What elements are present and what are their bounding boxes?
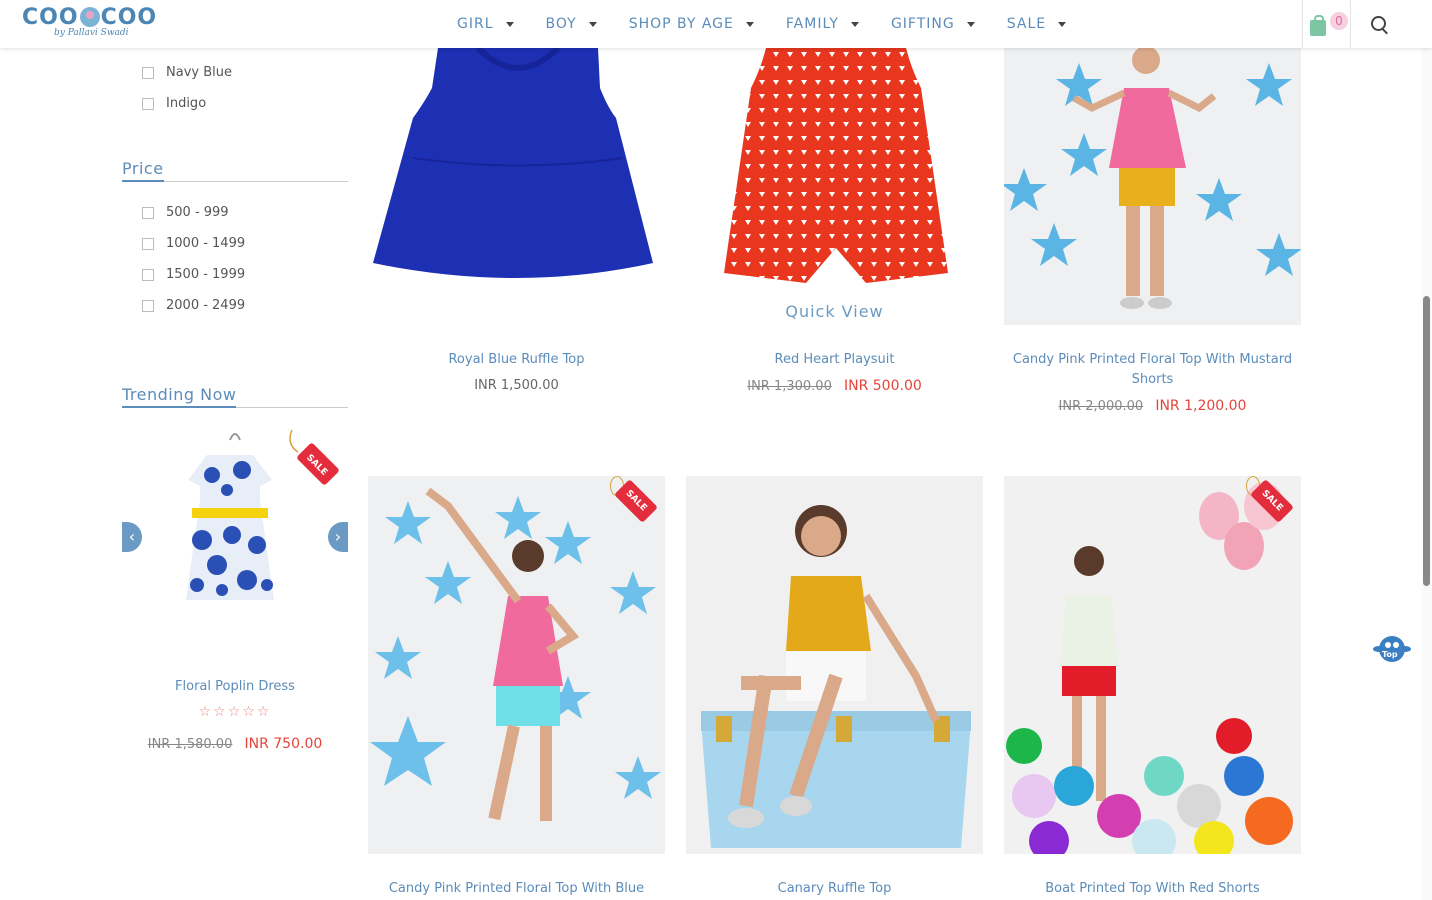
filter-price-1500[interactable]: 1500 - 1999 [142,259,245,290]
filter-price-1000[interactable]: 1000 - 1499 [142,228,245,259]
product-image-red-heart-playsuit[interactable] [686,48,983,325]
checkbox[interactable] [142,299,154,312]
nav-label: FAMILY [785,16,839,32]
checkbox[interactable] [142,66,154,79]
brand-tagline: by Pallavi Swadi [54,28,129,38]
filter-label: 1500 - 1999 [166,267,246,282]
nav-label: BOY [545,16,577,32]
old-price: INR 1,580.00 [147,737,233,752]
price-filter-list: 500 - 999 1000 - 1499 1500 - 1999 2000 -… [142,197,245,321]
filter-label: 500 - 999 [166,205,229,220]
product-name[interactable]: Royal Blue Ruffle Top [368,350,665,370]
product-name[interactable]: Canary Ruffle Top [686,879,983,899]
sale-tag: SALE [610,476,658,523]
caret-down-icon [850,21,859,27]
filter-price-2000[interactable]: 2000 - 2499 [142,290,245,321]
rating-stars: ☆☆☆☆☆ [198,704,272,720]
top-label: Top [1382,650,1398,659]
cart-count-badge: 0 [1330,12,1348,30]
caret-down-icon [588,21,597,27]
caret-down-icon [966,21,975,27]
caret-down-icon [505,21,514,27]
caret-down-icon [745,21,754,27]
nav-label: GIFTING [890,16,955,32]
product-image-canary-ruffle-top[interactable] [686,476,983,854]
cart-button[interactable]: 0 [1302,0,1351,48]
quick-view-button[interactable]: Quick View [686,302,983,321]
nav-label: SALE [1006,16,1047,32]
product-name[interactable]: Candy Pink Printed Floral Top With Musta… [1004,350,1301,390]
brand-logo[interactable]: COO COO by Pallavi Swadi [22,5,156,41]
search-icon[interactable] [1370,15,1390,35]
old-price: INR 2,000.00 [1058,399,1144,414]
filter-label: 2000 - 2499 [166,298,246,313]
nav-family[interactable]: FAMILY [786,16,859,32]
product-image-candy-pink-mustard[interactable] [1004,48,1301,325]
scrollbar-thumb[interactable] [1423,296,1430,586]
nav-gifting[interactable]: GIFTING [891,16,975,32]
shopping-bag-icon [1310,15,1326,36]
sale-price: INR 500.00 [844,378,922,394]
filter-label: 1000 - 1499 [166,236,246,251]
product-name[interactable]: Boat Printed Top With Red Shorts [1004,879,1301,899]
brand-name: COO COO [22,5,158,30]
nav-shop-by-age[interactable]: SHOP BY AGE [629,16,754,32]
filter-color-navy-blue[interactable]: Navy Blue [142,57,232,88]
old-price: INR 1,300.00 [747,379,832,394]
caret-down-icon [1058,21,1067,27]
product-price: INR 2,000.00 INR 1,200.00 [1004,398,1301,414]
price: INR 1,500.00 [474,378,559,393]
trending-product-name[interactable]: Floral Poplin Dress [122,679,348,694]
checkbox[interactable] [142,268,154,281]
color-filter-list: Navy Blue Indigo [142,57,232,119]
product-image-royal-blue-top[interactable] [368,48,665,325]
trending-title: Trending Now [122,385,348,408]
nav-girl[interactable]: GIRL [457,16,514,32]
filter-color-indigo[interactable]: Indigo [142,88,232,119]
product-price: INR 1,500.00 [368,378,665,393]
filter-label: Navy Blue [166,65,232,80]
main-nav: GIRL BOY SHOP BY AGE FAMILY GIFTING SALE [457,0,1098,48]
sale-price: INR 750.00 [244,736,323,752]
product-image-candy-pink-blue[interactable] [368,476,665,854]
sale-price: INR 1,200.00 [1155,398,1247,414]
nav-label: GIRL [457,16,494,32]
nav-boy[interactable]: BOY [546,16,597,32]
trending-product-image[interactable]: SALE [122,420,348,660]
sale-tag: SALE [1246,476,1294,523]
site-header: COO COO by Pallavi Swadi GIRL BOY SHOP BY… [0,0,1432,48]
nav-label: SHOP BY AGE [628,16,734,32]
nav-sale[interactable]: SALE [1006,16,1067,32]
bird-logo-icon [79,7,100,27]
product-name[interactable]: Candy Pink Printed Floral Top With Blue [368,879,665,899]
checkbox[interactable] [142,97,154,110]
filter-price-500[interactable]: 500 - 999 [142,197,245,228]
product-price: INR 1,300.00 INR 500.00 [686,378,983,394]
checkbox[interactable] [142,237,154,250]
back-to-top-button[interactable]: Top [1373,632,1411,670]
filter-label: Indigo [166,96,207,111]
checkbox[interactable] [142,206,154,219]
product-image-boat-printed-top[interactable] [1004,476,1301,854]
price-filter-title: Price [122,159,348,182]
trending-price: INR 1,580.00 INR 750.00 [122,736,348,752]
product-name[interactable]: Red Heart Playsuit [686,350,983,370]
